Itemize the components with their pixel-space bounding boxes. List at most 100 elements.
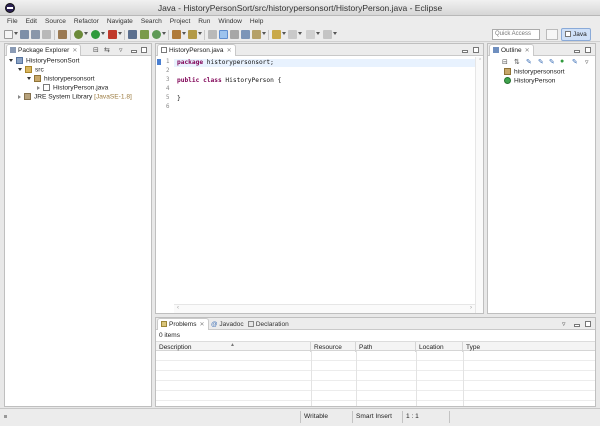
tree-package[interactable]: historypersonsort (27, 75, 95, 84)
expand-icon[interactable] (9, 59, 13, 62)
hide-fields-icon[interactable]: ✎ (526, 58, 532, 66)
hide-local-types-icon[interactable]: ● (560, 58, 564, 65)
menu-help[interactable]: Help (246, 16, 268, 25)
debug-last-icon[interactable] (58, 30, 67, 39)
quick-access-input[interactable]: Quick Access (492, 29, 540, 40)
expand-icon[interactable] (18, 68, 22, 71)
maximize-icon[interactable] (141, 47, 147, 53)
next-annotation-icon[interactable] (252, 30, 261, 39)
forward-history-dropdown-icon[interactable] (333, 32, 337, 35)
tree-project[interactable]: HistoryPersonSort (9, 57, 80, 66)
view-menu-icon[interactable]: ▿ (585, 58, 589, 66)
show-whitespace-icon[interactable] (241, 30, 250, 39)
run-icon[interactable] (91, 30, 100, 39)
forward-icon[interactable] (306, 30, 315, 39)
back-dropdown-icon[interactable] (298, 32, 302, 35)
save-icon[interactable] (20, 30, 29, 39)
editor-horizontal-scrollbar[interactable]: ‹ › (174, 304, 475, 313)
menu-search[interactable]: Search (137, 16, 166, 25)
maximize-icon[interactable] (473, 47, 479, 53)
toggle-highlight-icon[interactable] (219, 30, 228, 39)
new-icon[interactable] (4, 30, 13, 39)
menu-run[interactable]: Run (194, 16, 214, 25)
hide-static-icon[interactable]: ✎ (538, 58, 544, 66)
debug-dropdown-icon[interactable] (84, 32, 88, 35)
menu-window[interactable]: Window (214, 16, 245, 25)
forward-dropdown-icon[interactable] (316, 32, 320, 35)
scroll-right-icon[interactable]: › (470, 305, 472, 311)
external-tools-dropdown-icon[interactable] (118, 32, 122, 35)
expand-icon[interactable] (27, 77, 31, 80)
java-perspective-button[interactable]: Java (561, 28, 591, 41)
maximize-icon[interactable] (585, 47, 591, 53)
collapse-all-icon[interactable]: ⊟ (93, 46, 99, 54)
last-edit-icon[interactable] (272, 30, 281, 39)
new-java-project-icon[interactable] (128, 30, 137, 39)
new-package-icon[interactable] (140, 30, 149, 39)
maximize-icon[interactable] (585, 321, 591, 327)
new-class-dropdown-icon[interactable] (162, 32, 166, 35)
view-menu-icon[interactable]: ▿ (562, 320, 566, 328)
editor-vertical-scrollbar[interactable]: ⌃ (475, 57, 483, 313)
back-icon[interactable] (288, 30, 297, 39)
tree-src[interactable]: src (18, 66, 44, 75)
hide-nonpublic-icon[interactable]: ✎ (549, 58, 555, 66)
search-dropdown-icon[interactable] (198, 32, 202, 35)
view-menu-icon[interactable]: ▿ (119, 46, 123, 54)
debug-icon[interactable] (74, 30, 83, 39)
save-all-icon[interactable] (31, 30, 40, 39)
close-icon[interactable]: ✕ (227, 48, 232, 54)
new-dropdown-icon[interactable] (14, 32, 18, 35)
link-icon[interactable]: ✎ (572, 58, 578, 66)
toggle-mark-occurrences-icon[interactable] (208, 30, 217, 39)
search-icon[interactable] (188, 30, 197, 39)
menu-edit[interactable]: Edit (22, 16, 41, 25)
tab-declaration[interactable]: Declaration (245, 319, 292, 330)
tab-package-explorer[interactable]: Package Explorer ✕ (6, 44, 82, 56)
menu-refactor[interactable]: Refactor (70, 16, 103, 25)
open-type-icon[interactable] (172, 30, 181, 39)
minimize-icon[interactable] (131, 50, 137, 53)
menu-navigate[interactable]: Navigate (103, 16, 137, 25)
close-icon[interactable]: ✕ (525, 48, 530, 54)
last-edit-dropdown-icon[interactable] (282, 32, 286, 35)
minimize-icon[interactable] (574, 324, 580, 327)
tab-outline-label: Outline (501, 47, 522, 54)
menu-source[interactable]: Source (41, 16, 70, 25)
block-selection-icon[interactable] (230, 30, 239, 39)
scroll-left-icon[interactable]: ‹ (177, 305, 179, 311)
open-perspective-button[interactable] (546, 29, 558, 40)
new-class-icon[interactable] (152, 30, 161, 39)
outline-item-package[interactable]: historypersonsort (504, 68, 565, 77)
forward-history-icon[interactable] (323, 30, 332, 39)
minimize-icon[interactable] (574, 50, 580, 53)
collapse-icon[interactable] (18, 94, 21, 99)
menu-file[interactable]: File (0, 16, 22, 25)
package-icon (34, 75, 41, 82)
open-type-dropdown-icon[interactable] (182, 32, 186, 35)
code-line-5[interactable]: } (177, 95, 181, 102)
print-icon[interactable] (42, 30, 51, 39)
minimize-icon[interactable] (462, 50, 468, 53)
sort-icon[interactable]: ⇅ (514, 58, 520, 66)
tab-problems[interactable]: Problems ✕ (157, 318, 209, 330)
column-divider (356, 351, 357, 406)
code-line-1[interactable]: package historypersonsort; (177, 59, 274, 66)
next-annotation-dropdown-icon[interactable] (262, 32, 266, 35)
close-icon[interactable]: ✕ (72, 48, 77, 54)
tree-file[interactable]: HistoryPerson.java (37, 84, 108, 93)
code-line-3[interactable]: public class HistoryPerson { (177, 77, 281, 84)
tab-editor-file[interactable]: HistoryPerson.java ✕ (157, 44, 236, 56)
tab-javadoc[interactable]: @ Javadoc (208, 319, 247, 330)
scroll-up-icon[interactable]: ⌃ (478, 58, 482, 64)
collapse-all-icon[interactable]: ⊟ (502, 58, 508, 66)
run-dropdown-icon[interactable] (101, 32, 105, 35)
close-icon[interactable]: ✕ (199, 322, 204, 328)
link-with-editor-icon[interactable]: ⇆ (104, 46, 110, 54)
menu-project[interactable]: Project (166, 16, 195, 25)
outline-item-class[interactable]: HistoryPerson (504, 77, 555, 86)
external-tools-icon[interactable] (108, 30, 117, 39)
tree-jre[interactable]: JRE System Library [JavaSE-1.8] (18, 93, 132, 102)
tab-outline[interactable]: Outline ✕ (489, 44, 534, 56)
collapse-icon[interactable] (37, 85, 40, 90)
